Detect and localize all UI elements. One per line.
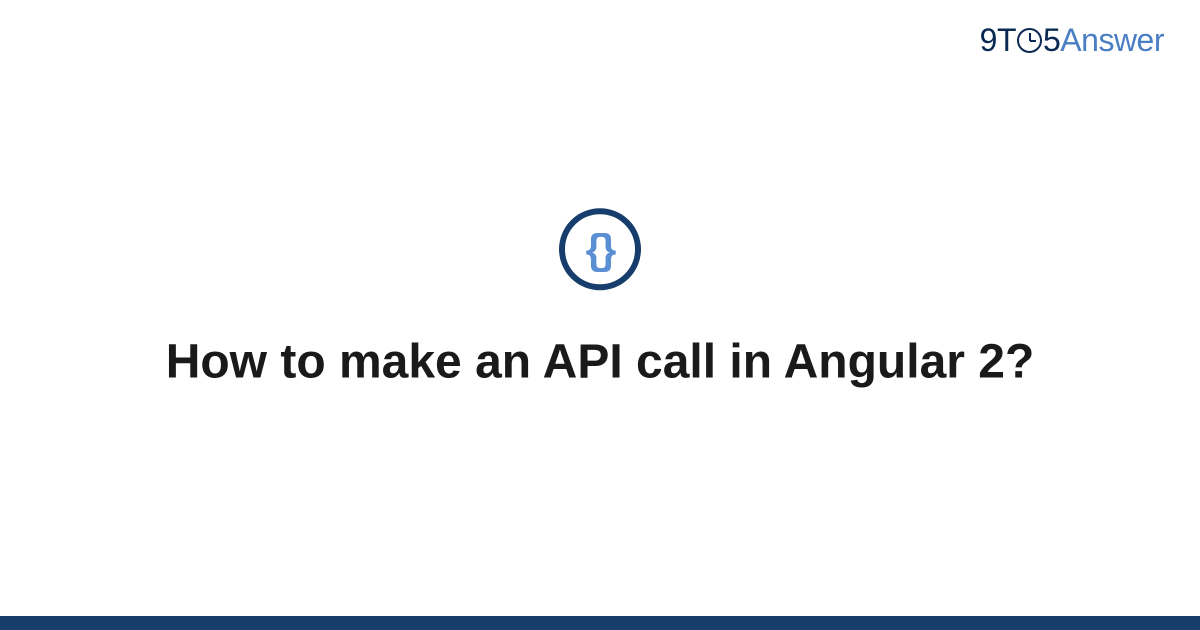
- brace-right: }: [600, 225, 614, 273]
- logo-text-answer: Answer: [1060, 22, 1164, 58]
- page-title: How to make an API call in Angular 2?: [166, 332, 1035, 392]
- main-content: {} How to make an API call in Angular 2?: [0, 208, 1200, 392]
- footer-accent-bar: [0, 616, 1200, 630]
- code-braces-icon: {}: [559, 208, 641, 290]
- site-logo[interactable]: 9T 5Answer: [980, 22, 1164, 59]
- logo-text-5: 5: [1043, 22, 1060, 58]
- logo-text-9t: 9T: [980, 22, 1016, 58]
- brace-left: {: [586, 225, 600, 273]
- clock-icon: [1017, 28, 1042, 53]
